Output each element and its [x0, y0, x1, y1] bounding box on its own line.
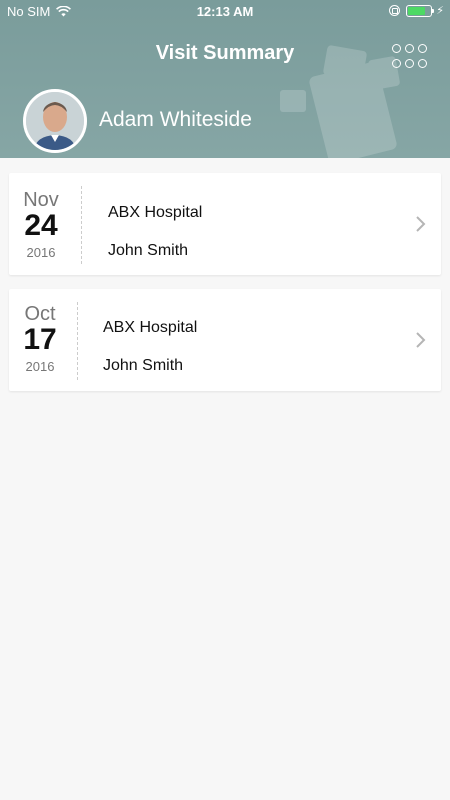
- grid-dot-icon: [392, 44, 401, 53]
- divider: [81, 186, 82, 264]
- hospital-name: ABX Hospital: [103, 319, 198, 336]
- chevron-right-icon: [416, 216, 426, 232]
- user-avatar-icon: [26, 92, 84, 150]
- doctor-name: John Smith: [108, 242, 189, 259]
- grid-dot-icon: [418, 44, 427, 53]
- avatar[interactable]: [23, 89, 87, 153]
- visit-card[interactable]: Nov 24 2016 ABX Hospital John Smith: [9, 173, 441, 275]
- grid-dot-icon: [405, 59, 414, 68]
- header: No SIM 12:13 AM ⚡ Visit Summary Adam Whi…: [0, 0, 450, 158]
- grid-dot-icon: [418, 59, 427, 68]
- visit-year: 2016: [26, 245, 56, 260]
- profile-name: Adam Whiteside: [99, 108, 252, 131]
- doctor-name: John Smith: [103, 357, 184, 374]
- visit-day: 24: [24, 209, 58, 242]
- visit-card[interactable]: Oct 17 2016 ABX Hospital John Smith: [9, 289, 441, 391]
- page-title: Visit Summary: [155, 42, 295, 64]
- status-bar: No SIM 12:13 AM ⚡: [0, 0, 450, 22]
- chevron-right-icon: [416, 332, 426, 348]
- battery-level: [408, 6, 425, 15]
- orientation-lock-icon: [389, 5, 401, 16]
- grid-menu-button[interactable]: [392, 44, 428, 70]
- visit-year: 2016: [25, 359, 55, 374]
- grid-dot-icon: [392, 59, 401, 68]
- visit-day: 17: [23, 323, 57, 356]
- battery-icon: [406, 4, 435, 17]
- hospital-name: ABX Hospital: [108, 204, 203, 221]
- charging-icon: ⚡: [436, 5, 444, 17]
- grid-dot-icon: [405, 44, 414, 53]
- status-time: 12:13 AM: [196, 4, 254, 19]
- divider: [77, 302, 78, 380]
